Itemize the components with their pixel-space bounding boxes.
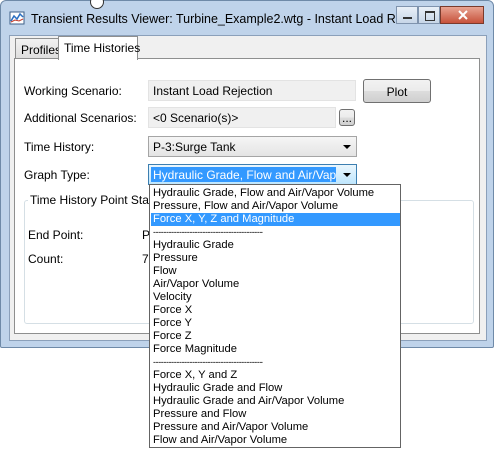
time-history-value: P-3:Surge Tank	[153, 140, 236, 154]
dropdown-option[interactable]: Force X, Y, Z and Magnitude	[151, 213, 400, 226]
dropdown-option[interactable]: Force Magnitude	[151, 343, 400, 356]
dropdown-option[interactable]: Force X	[151, 304, 400, 317]
dropdown-option[interactable]: Force Z	[151, 330, 400, 343]
dropdown-option[interactable]: Hydraulic Grade	[151, 239, 400, 252]
minimize-icon	[403, 17, 412, 19]
plot-button[interactable]: Plot	[363, 79, 431, 103]
chevron-down-icon	[343, 173, 351, 177]
dropdown-option[interactable]: Force X, Y and Z	[151, 369, 400, 382]
graph-type-dropdown-list[interactable]: Hydraulic Grade, Flow and Air/Vapor Volu…	[149, 184, 401, 448]
graph-type-label: Graph Type:	[24, 168, 90, 182]
dropdown-option[interactable]: Pressure	[151, 252, 400, 265]
time-history-select[interactable]: P-3:Surge Tank	[148, 136, 357, 157]
dropdown-option[interactable]: Air/Vapor Volume	[151, 278, 400, 291]
dropdown-option[interactable]: Hydraulic Grade, Flow and Air/Vapor Volu…	[151, 187, 400, 200]
chevron-down-icon	[343, 145, 351, 149]
tab-profiles[interactable]: Profiles	[15, 38, 61, 58]
dropdown-option[interactable]: Flow	[151, 265, 400, 278]
dropdown-option[interactable]: Flow and Air/Vapor Volume	[151, 434, 400, 447]
dropdown-option[interactable]: Hydraulic Grade and Flow	[151, 382, 400, 395]
working-scenario-label: Working Scenario:	[24, 84, 122, 98]
count-value: 7	[142, 252, 149, 266]
dropdown-separator: ----------------------------------------…	[153, 357, 263, 367]
graph-type-value: Hydraulic Grade, Flow and Air/Vapor Vo	[151, 167, 336, 182]
close-button[interactable]	[440, 6, 484, 24]
minimize-button[interactable]	[396, 6, 418, 24]
count-label: Count:	[28, 252, 64, 266]
time-history-label: Time History:	[24, 140, 95, 154]
end-point-label: End Point:	[28, 228, 84, 242]
working-scenario-field: Instant Load Rejection	[148, 80, 356, 101]
close-icon	[458, 10, 468, 20]
dropdown-option[interactable]: Pressure and Flow	[151, 408, 400, 421]
maximize-button[interactable]	[418, 6, 440, 24]
app-icon	[9, 10, 25, 26]
graph-type-select[interactable]: Hydraulic Grade, Flow and Air/Vapor Vo	[148, 164, 357, 185]
additional-scenarios-field: <0 Scenario(s)>	[148, 107, 336, 128]
dropdown-separator: ----------------------------------------…	[153, 227, 263, 237]
additional-scenarios-label: Additional Scenarios:	[24, 111, 137, 125]
window-title: Transient Results Viewer: Turbine_Exampl…	[31, 12, 407, 26]
dropdown-option[interactable]: Force Y	[151, 317, 400, 330]
browse-scenarios-button[interactable]: ...	[339, 109, 355, 126]
tab-time-histories[interactable]: Time Histories	[58, 36, 140, 60]
dropdown-option[interactable]: Velocity	[151, 291, 400, 304]
maximize-icon	[425, 11, 435, 21]
dropdown-option[interactable]: Pressure, Flow and Air/Vapor Volume	[151, 200, 400, 213]
dropdown-option[interactable]: Pressure and Air/Vapor Volume	[151, 421, 400, 434]
dropdown-option[interactable]: Hydraulic Grade and Air/Vapor Volume	[151, 395, 400, 408]
